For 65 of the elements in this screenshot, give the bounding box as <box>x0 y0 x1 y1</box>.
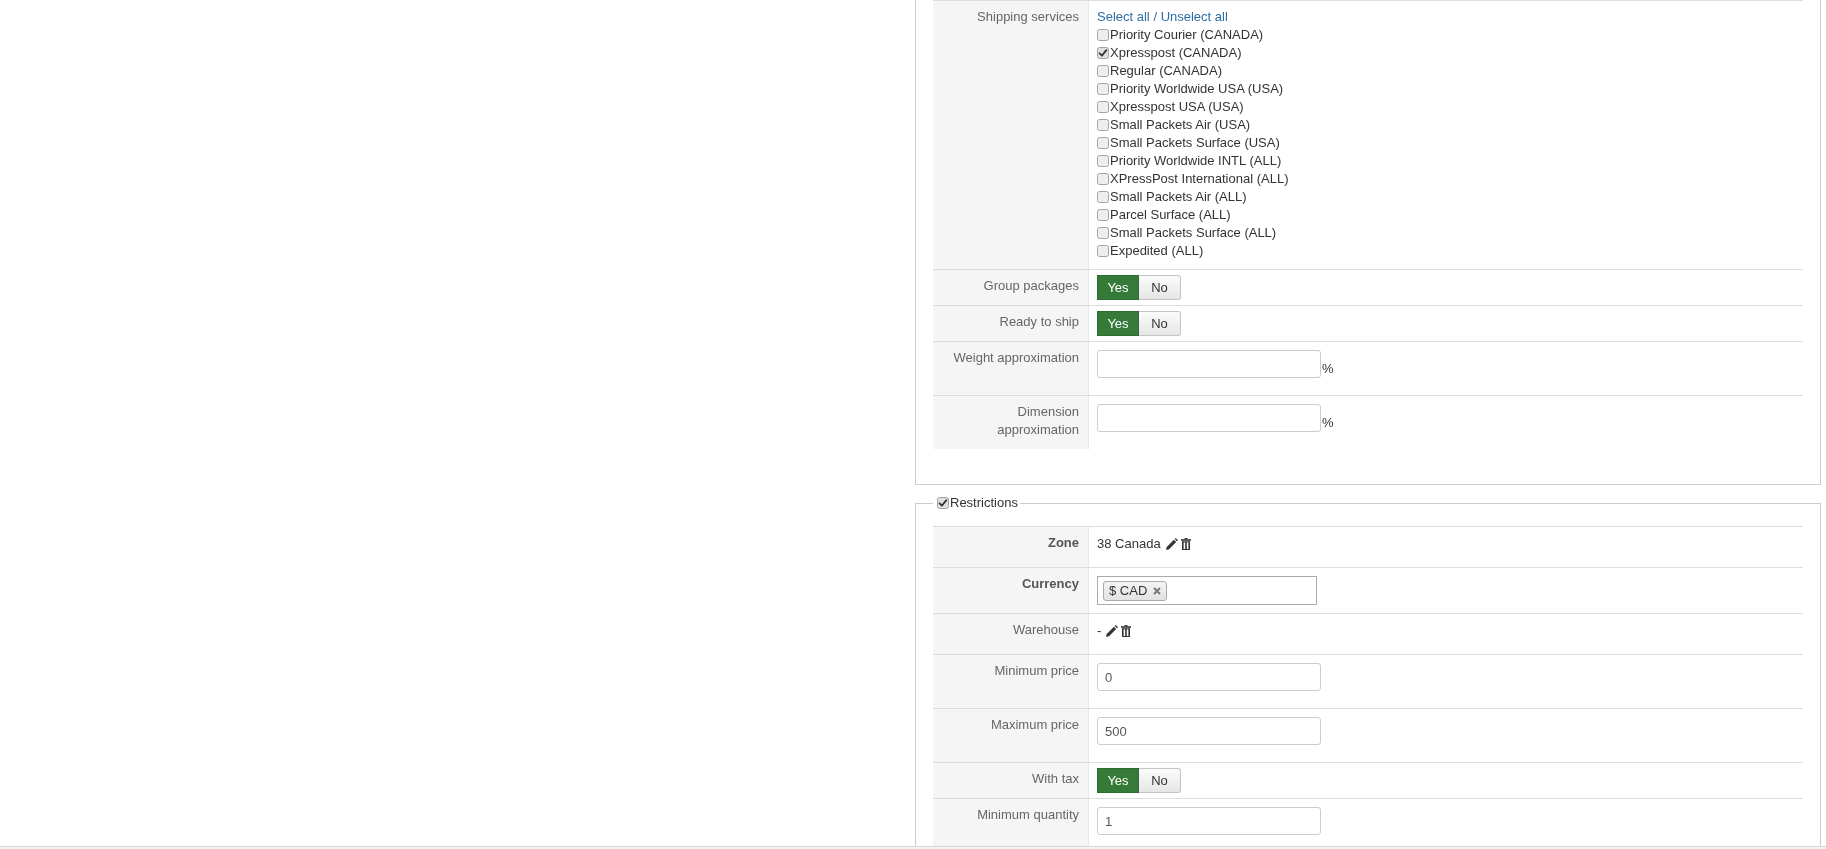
checkbox-label: Priority Worldwide USA (USA) <box>1110 81 1284 96</box>
currency-select[interactable]: $ CAD <box>1097 576 1317 605</box>
field-label: Group packages <box>983 278 1079 293</box>
field-label: Minimum price <box>994 663 1079 678</box>
checkbox[interactable] <box>1097 137 1109 149</box>
section-title: Restrictions <box>950 495 1018 510</box>
checkbox-label: Expedited (ALL) <box>1110 243 1204 258</box>
link-separator: / <box>1153 9 1157 24</box>
toggle-option[interactable]: No <box>1139 275 1181 300</box>
checkbox-label: Small Packets Surface (USA) <box>1110 135 1280 150</box>
unit-label: % <box>1322 360 1334 378</box>
field-label: Minimum quantity <box>977 807 1079 822</box>
checkbox-label: Small Packets Surface (ALL) <box>1110 225 1277 240</box>
trash-icon[interactable] <box>1180 538 1191 550</box>
input-field[interactable] <box>1097 350 1321 378</box>
trash-icon[interactable] <box>1121 625 1132 637</box>
checkbox[interactable] <box>1097 191 1109 203</box>
input-field[interactable]: 500 <box>1097 717 1321 745</box>
checkbox[interactable] <box>1097 47 1109 59</box>
checkbox[interactable] <box>1097 155 1109 167</box>
toggle-option[interactable]: No <box>1139 768 1181 793</box>
checkbox[interactable] <box>937 497 949 509</box>
toggle-option[interactable]: Yes <box>1097 275 1139 300</box>
pencil-icon[interactable] <box>1106 625 1119 637</box>
field-label: Zone <box>1047 535 1079 550</box>
field-value: - <box>1097 622 1102 640</box>
checkbox-label: Small Packets Air (ALL) <box>1110 189 1247 204</box>
unit-label: % <box>1322 414 1334 432</box>
remove-icon[interactable] <box>1153 587 1162 595</box>
checkbox-label: Priority Worldwide INTL (ALL) <box>1110 153 1282 168</box>
checkbox[interactable] <box>1097 29 1109 41</box>
field-label: Dimension approximation <box>997 404 1079 437</box>
field-value: 38 Canada <box>1097 535 1161 553</box>
toggle-option[interactable]: No <box>1139 311 1181 336</box>
checkbox[interactable] <box>1097 245 1109 257</box>
input-field[interactable]: 0 <box>1097 663 1321 691</box>
pencil-icon[interactable] <box>1165 538 1178 550</box>
checkbox[interactable] <box>1097 173 1109 185</box>
field-label: Shipping services <box>977 9 1079 24</box>
field-label: Weight approximation <box>953 350 1079 365</box>
checkbox-label: Xpresspost (CANADA) <box>1110 45 1242 60</box>
field-label: Warehouse <box>1013 622 1079 637</box>
checkbox-label: XPressPost International (ALL) <box>1110 171 1289 186</box>
input-field[interactable] <box>1097 404 1321 432</box>
field-label: Currency <box>1021 576 1079 591</box>
select-all-link[interactable]: Select all <box>1097 9 1150 24</box>
toggle-option[interactable]: Yes <box>1097 768 1139 793</box>
checkbox-label: Small Packets Air (USA) <box>1110 117 1251 132</box>
tag-label: $ CAD <box>1109 582 1148 600</box>
field-label: Ready to ship <box>999 314 1079 329</box>
checkbox-label: Parcel Surface (ALL) <box>1110 207 1231 222</box>
checkbox-label: Regular (CANADA) <box>1110 63 1222 78</box>
field-label: Maximum price <box>990 717 1079 732</box>
unselect-all-link[interactable]: Unselect all <box>1160 9 1228 24</box>
checkbox[interactable] <box>1097 65 1109 77</box>
toggle-option[interactable]: Yes <box>1097 311 1139 336</box>
checkbox-label: Xpresspost USA (USA) <box>1110 99 1244 114</box>
input-field[interactable]: 1 <box>1097 807 1321 835</box>
checkbox[interactable] <box>1097 101 1109 113</box>
checkbox[interactable] <box>1097 209 1109 221</box>
checkbox[interactable] <box>1097 119 1109 131</box>
checkbox-label: Priority Courier (CANADA) <box>1110 27 1264 42</box>
field-label: With tax <box>1032 771 1079 786</box>
checkbox[interactable] <box>1097 83 1109 95</box>
checkbox[interactable] <box>1097 227 1109 239</box>
